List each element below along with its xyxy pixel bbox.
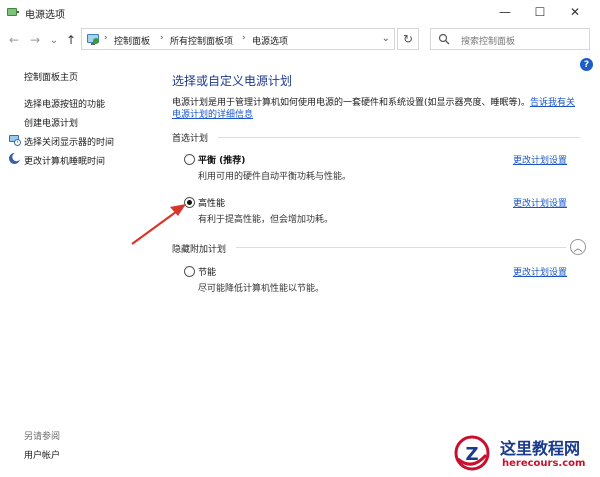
navigation-bar: ← → ⌄ ↑ › 控制面板 › 所有控制面板项 › 电源选项 ⌄ ↻ 搜索控制… (0, 26, 600, 54)
maximize-button[interactable]: ☐ (523, 0, 557, 24)
plan-name-high-performance[interactable]: 高性能 (198, 196, 225, 209)
up-button[interactable]: ↑ (63, 32, 79, 48)
see-also-label: 另请参阅 (24, 432, 61, 442)
sidebar-item-power-buttons[interactable]: 选择电源按钮的功能 (24, 97, 105, 110)
breadcrumb-control-panel[interactable]: 控制面板 (114, 34, 150, 47)
breadcrumb-separator[interactable]: › (160, 33, 164, 43)
address-bar[interactable]: › 控制面板 › 所有控制面板项 › 电源选项 ⌄ (81, 28, 395, 50)
plan-desc-high-performance: 有利于提高性能，但会增加功耗。 (198, 215, 334, 225)
plan-description-line2: 电源计划的详细信息 (172, 107, 253, 120)
annotation-arrow (131, 204, 186, 245)
watermark-title: 这里教程网 (500, 439, 581, 458)
breadcrumb-all-items[interactable]: 所有控制面板项 (170, 34, 233, 47)
arrow-head (170, 204, 186, 216)
power-options-icon (7, 8, 19, 16)
plan-details-link[interactable]: 电源计划的详细信息 (172, 110, 253, 120)
plan-radio-power-saver[interactable] (184, 266, 195, 277)
chevron-up-icon: ︿ (573, 243, 583, 254)
search-placeholder: 搜索控制面板 (461, 37, 516, 47)
plan-desc-power-saver: 尽可能降低计算机性能以节能。 (198, 284, 325, 294)
watermark-url: herecours.com (502, 458, 586, 469)
forward-button[interactable]: → (27, 32, 43, 48)
plan-name-power-saver[interactable]: 节能 (198, 265, 216, 278)
change-plan-settings-link-balanced[interactable]: 更改计划设置 (513, 153, 567, 166)
watermark-logo-letter: Z (465, 444, 478, 465)
recent-locations-button[interactable]: ⌄ (46, 32, 62, 48)
minimize-icon: — (499, 5, 511, 19)
up-arrow-icon: ↑ (65, 33, 77, 47)
arrow-shaft (131, 208, 181, 245)
window-title: 电源选项 (25, 10, 65, 21)
page-title: 选择或自定义电源计划 (172, 74, 293, 88)
preferred-plans-label: 首选计划 (172, 134, 209, 144)
plan-radio-high-performance[interactable] (184, 197, 195, 208)
sidebar-item-create-plan[interactable]: 创建电源计划 (24, 116, 78, 129)
plan-radio-balanced[interactable] (184, 154, 195, 165)
refresh-button[interactable]: ↻ (397, 28, 419, 50)
section-divider (218, 137, 580, 138)
maximize-icon: ☐ (534, 5, 546, 19)
back-button[interactable]: ← (6, 32, 22, 48)
hidden-plans-label: 隐藏附加计划 (172, 245, 227, 255)
address-dropdown-icon[interactable]: ⌄ (382, 33, 390, 44)
change-plan-settings-link-high-performance[interactable]: 更改计划设置 (513, 196, 567, 209)
watermark-logo: Z (454, 435, 490, 471)
breadcrumb-separator[interactable]: › (242, 33, 246, 43)
monitor-clock-icon (9, 135, 21, 146)
moon-icon (9, 152, 21, 164)
back-arrow-icon: ← (8, 33, 20, 47)
breadcrumb-separator: › (104, 33, 108, 43)
collapse-hidden-plans-button[interactable]: ︿ (570, 239, 586, 255)
learn-more-link[interactable]: 告诉我有关 (530, 98, 575, 108)
search-input[interactable]: 搜索控制面板 (430, 28, 590, 50)
search-icon (438, 33, 450, 45)
user-accounts-link[interactable]: 用户帐户 (24, 448, 60, 461)
plan-desc-balanced: 利用可用的硬件自动平衡功耗与性能。 (198, 172, 352, 182)
title-bar: 电源选项 — ☐ ✕ (0, 0, 600, 24)
close-button[interactable]: ✕ (558, 0, 592, 24)
control-panel-home-link[interactable]: 控制面板主页 (24, 70, 78, 83)
close-icon: ✕ (569, 5, 581, 19)
help-icon[interactable]: ? (580, 58, 593, 71)
minimize-button[interactable]: — (488, 0, 522, 24)
breadcrumb-power-options[interactable]: 电源选项 (252, 34, 288, 47)
section-divider (236, 247, 566, 248)
forward-arrow-icon: → (29, 33, 41, 47)
sidebar-item-display-off-time[interactable]: 选择关闭显示器的时间 (24, 135, 114, 148)
chevron-down-icon: ⌄ (49, 34, 59, 46)
plan-name-balanced[interactable]: 平衡 (推荐) (198, 153, 245, 166)
refresh-icon: ↻ (402, 32, 414, 46)
sidebar-item-sleep-time[interactable]: 更改计算机睡眠时间 (24, 154, 105, 167)
change-plan-settings-link-power-saver[interactable]: 更改计划设置 (513, 265, 567, 278)
control-panel-icon (87, 34, 99, 45)
